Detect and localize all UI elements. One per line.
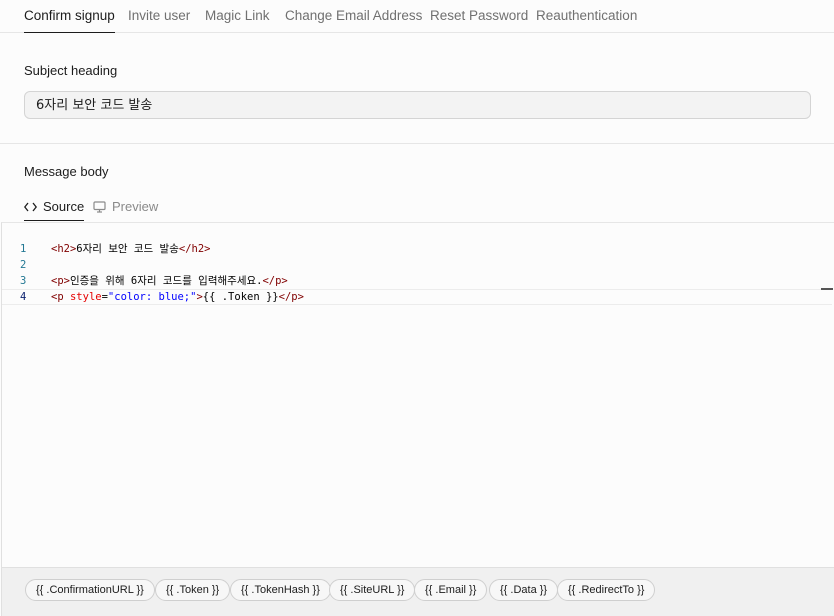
code-tag: </p> xyxy=(262,275,288,287)
code-line-current: 4 <p style="color: blue;">{{ .Token }}</… xyxy=(2,289,832,305)
code-editor[interactable]: 1 <h2>6자리 보안 코드 발송</h2> 2 3 <p>인증을 위해 6자… xyxy=(1,222,834,568)
tab-source[interactable]: Source xyxy=(24,199,85,221)
tab-confirm-signup[interactable]: Confirm signup xyxy=(24,8,115,33)
code-text: 인증을 위해 6자리 코드를 입력해주세요. xyxy=(69,275,263,287)
code-line: 3 <p>인증을 위해 6자리 코드를 입력해주세요.</p> xyxy=(2,273,832,289)
message-body-label: Message body xyxy=(24,164,109,179)
code-text: {{ .Token }} xyxy=(202,291,279,303)
tab-source-label: Source xyxy=(43,199,85,214)
line-number: 2 xyxy=(20,259,27,271)
line-number: 3 xyxy=(20,275,27,287)
code-tag: <h2> xyxy=(51,243,77,255)
template-variables-bar: {{ .ConfirmationURL }} {{ .Token }} {{ .… xyxy=(1,567,834,616)
monitor-icon xyxy=(93,200,106,213)
variable-chip-email[interactable]: {{ .Email }} xyxy=(414,579,488,601)
variable-chip-site-url[interactable]: {{ .SiteURL }} xyxy=(329,579,416,601)
code-tag: <p> xyxy=(51,275,70,287)
tab-reset-password[interactable]: Reset Password xyxy=(430,8,528,23)
code-attr-name: style xyxy=(63,291,102,303)
line-number: 1 xyxy=(20,243,27,255)
code-tag: </h2> xyxy=(178,243,211,255)
variable-chip-data[interactable]: {{ .Data }} xyxy=(489,579,559,601)
variable-chip-confirmation-url[interactable]: {{ .ConfirmationURL }} xyxy=(25,579,155,601)
subject-section: Subject heading 6자리 보안 코드 발송 xyxy=(0,33,834,144)
code-tag: <p xyxy=(51,291,64,303)
tab-preview-label: Preview xyxy=(112,199,159,214)
tab-reauthentication[interactable]: Reauthentication xyxy=(536,8,637,23)
code-icon xyxy=(24,202,37,211)
code-text: 6자리 보안 코드 발송 xyxy=(76,243,179,255)
variable-chip-token-hash[interactable]: {{ .TokenHash }} xyxy=(230,579,331,601)
variable-chip-token[interactable]: {{ .Token }} xyxy=(155,579,231,601)
tab-invite-user[interactable]: Invite user xyxy=(128,8,190,23)
tab-preview[interactable]: Preview xyxy=(93,199,158,214)
code-tag: </p> xyxy=(278,291,304,303)
template-tabs: Confirm signup Invite user Magic Link Ch… xyxy=(0,0,834,33)
line-number: 4 xyxy=(20,291,27,303)
variable-chip-redirect-to[interactable]: {{ .RedirectTo }} xyxy=(557,579,656,601)
subject-heading-input[interactable]: 6자리 보안 코드 발송 xyxy=(24,91,811,119)
tab-magic-link[interactable]: Magic Link xyxy=(205,8,270,23)
code-attr-value: "color: blue;" xyxy=(107,291,197,303)
code-line: 1 <h2>6자리 보안 코드 발송</h2> xyxy=(2,241,832,257)
code-line: 2 xyxy=(2,257,832,273)
subject-heading-label: Subject heading xyxy=(24,63,118,78)
scrollbar-cursor-marker xyxy=(821,288,833,290)
tab-change-email-address[interactable]: Change Email Address xyxy=(285,8,422,23)
